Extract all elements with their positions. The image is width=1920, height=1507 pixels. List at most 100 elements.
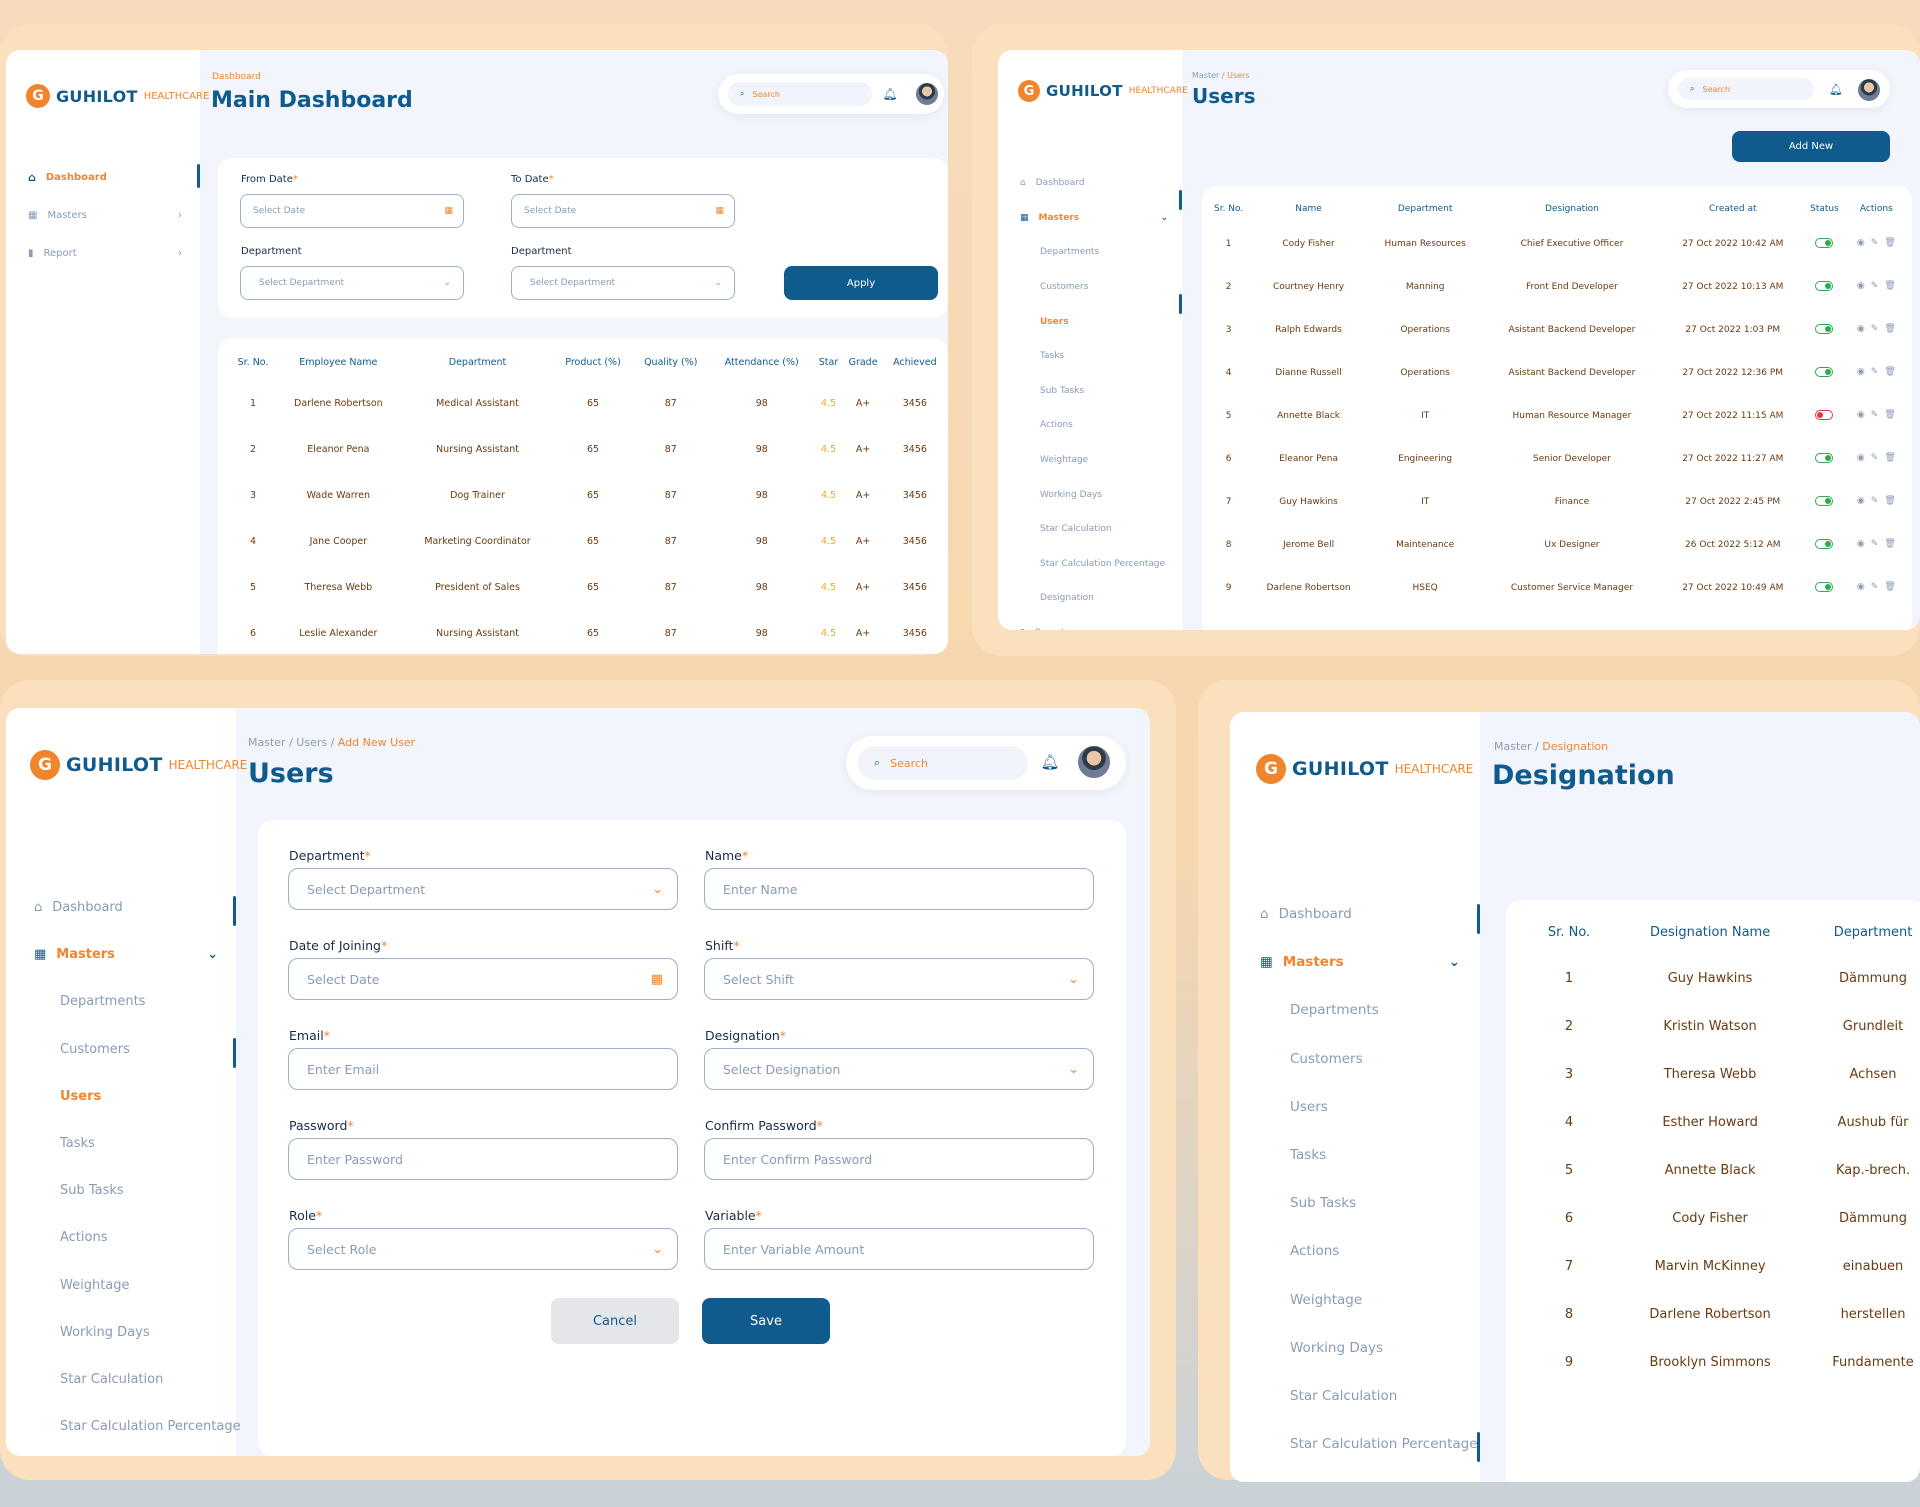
breadcrumb-users[interactable]: Users <box>296 736 327 749</box>
table-row[interactable]: 1 Guy Hawkins Dämmung <box>1522 954 1920 1002</box>
department-select[interactable]: Select Department ⌄ <box>240 266 464 300</box>
sidebar-item-weightage[interactable]: Weightage <box>1230 1276 1480 1324</box>
sidebar-item-actions[interactable]: Actions <box>1230 1227 1480 1275</box>
delete-icon[interactable]: 🗑︎ <box>1884 367 1895 377</box>
sidebar-item-tasks[interactable]: Tasks <box>6 1120 236 1167</box>
sidebar-item-working-days[interactable]: Working Days <box>6 1309 236 1356</box>
edit-icon[interactable]: ✎ <box>1871 238 1879 248</box>
shift-field[interactable]: Select Shift ⌄ <box>704 958 1094 1000</box>
sidebar-item-designation[interactable]: Designation <box>998 581 1182 616</box>
bell-icon[interactable]: 🔔︎ <box>1828 81 1844 97</box>
table-row[interactable]: 2 Courtney Henry Manning Front End Develope… <box>1208 265 1908 308</box>
department-field[interactable]: Select Department ⌄ <box>288 868 678 910</box>
table-row[interactable]: 6 Leslie Alexander Nursing Assistant 65 87 98… <box>231 610 946 654</box>
bell-icon[interactable]: 🔔︎ <box>882 86 898 102</box>
delete-icon[interactable]: 🗑︎ <box>1884 582 1895 592</box>
view-icon[interactable]: ◉ <box>1857 410 1865 420</box>
confirm-field[interactable]: Enter Confirm Password <box>704 1138 1094 1180</box>
status-toggle[interactable] <box>1815 410 1834 421</box>
add-new-button[interactable]: Add New <box>1732 131 1890 162</box>
view-icon[interactable]: ◉ <box>1857 281 1865 291</box>
sidebar-item-departments[interactable]: Departments <box>6 978 236 1025</box>
role-field[interactable]: Select Role ⌄ <box>288 1228 678 1270</box>
sidebar-item-dashboard[interactable]: ⌂ Dashboard <box>6 166 200 188</box>
table-row[interactable]: 9 Darlene Robertson HSEQ Customer Service M… <box>1208 566 1908 609</box>
table-row[interactable]: 1 Darlene Robertson Medical Assistant 65 87 9… <box>231 380 946 426</box>
view-icon[interactable]: ◉ <box>1857 582 1865 592</box>
status-toggle[interactable] <box>1815 582 1834 593</box>
doj-field[interactable]: Select Date ▦ <box>288 958 678 1000</box>
sidebar-item-star-calculation-percentage[interactable]: Star Calculation Percentage <box>6 1403 241 1450</box>
department-select-2[interactable]: Select Department ⌄ <box>511 266 735 300</box>
table-row[interactable]: 5 Annette Black Kap.-brech. <box>1522 1146 1920 1194</box>
breadcrumb-root[interactable]: Master <box>1494 740 1532 753</box>
view-icon[interactable]: ◉ <box>1857 367 1865 377</box>
table-row[interactable]: 3 Theresa Webb Achsen <box>1522 1050 1920 1098</box>
status-toggle[interactable] <box>1815 539 1834 550</box>
table-row[interactable]: 6 Eleanor Pena Engineering Senior Developer… <box>1208 437 1908 480</box>
sidebar-item-masters[interactable]: ▦ Masters ⌄ <box>998 201 1182 236</box>
delete-icon[interactable]: 🗑︎ <box>1884 281 1895 291</box>
table-row[interactable]: 1 Cody Fisher Human Resources Chief Executi… <box>1208 222 1908 265</box>
edit-icon[interactable]: ✎ <box>1871 453 1879 463</box>
sidebar-item-dashboard[interactable]: ⌂ Dashboard <box>1230 890 1480 938</box>
table-row[interactable]: 4 Jane Cooper Marketing Coordinator 65 87 98 4… <box>231 518 946 564</box>
sidebar-item-masters[interactable]: ▦ Masters ⌄ <box>1230 938 1480 986</box>
table-row[interactable]: 5 Theresa Webb President of Sales 65 87 98 4.5… <box>231 564 946 610</box>
edit-icon[interactable]: ✎ <box>1871 367 1879 377</box>
sidebar-item-actions[interactable]: Actions <box>6 1214 236 1261</box>
sidebar-item-customers[interactable]: Customers <box>998 270 1182 305</box>
sidebar-item-departments[interactable]: Departments <box>1230 986 1480 1034</box>
table-row[interactable]: 5 Annette Black IT Human Resource Manager 27… <box>1208 394 1908 437</box>
sidebar-item-users[interactable]: Users <box>1230 1083 1480 1131</box>
view-icon[interactable]: ◉ <box>1857 453 1865 463</box>
sidebar-item-tasks[interactable]: Tasks <box>998 339 1182 374</box>
sidebar-item-designation[interactable]: Designation <box>1230 1468 1480 1482</box>
variable-field[interactable]: Enter Variable Amount <box>704 1228 1094 1270</box>
table-row[interactable]: 4 Esther Howard Aushub für <box>1522 1098 1920 1146</box>
table-row[interactable]: 8 Darlene Robertson herstellen <box>1522 1290 1920 1338</box>
table-row[interactable]: 3 Ralph Edwards Operations Asistant Backend… <box>1208 308 1908 351</box>
edit-icon[interactable]: ✎ <box>1871 539 1879 549</box>
sidebar-item-star-calculation[interactable]: Star Calculation <box>998 512 1182 547</box>
delete-icon[interactable]: 🗑︎ <box>1884 539 1895 549</box>
delete-icon[interactable]: 🗑︎ <box>1884 496 1895 506</box>
avatar[interactable] <box>1076 744 1112 780</box>
sidebar-item-sub-tasks[interactable]: Sub Tasks <box>6 1167 236 1214</box>
apply-button[interactable]: Apply <box>784 266 938 300</box>
sidebar-item-star-calculation-percentage[interactable]: Star Calculation Percentage <box>998 547 1182 582</box>
status-toggle[interactable] <box>1815 281 1834 292</box>
edit-icon[interactable]: ✎ <box>1871 582 1879 592</box>
sidebar-item-departments[interactable]: Departments <box>998 235 1182 270</box>
view-icon[interactable]: ◉ <box>1857 238 1865 248</box>
sidebar-item-star-calculation[interactable]: Star Calculation <box>6 1356 236 1403</box>
sidebar-item-weightage[interactable]: Weightage <box>6 1262 236 1309</box>
sidebar-item-working-days[interactable]: Working Days <box>998 477 1182 512</box>
sidebar-item-star-calculation[interactable]: Star Calculation <box>1230 1372 1480 1420</box>
edit-icon[interactable]: ✎ <box>1871 281 1879 291</box>
sidebar-item-actions[interactable]: Actions <box>998 408 1182 443</box>
name-field[interactable]: Enter Name <box>704 868 1094 910</box>
delete-icon[interactable]: 🗑︎ <box>1884 324 1895 334</box>
table-row[interactable]: 9 Brooklyn Simmons Fundamente <box>1522 1338 1920 1386</box>
sidebar-item-working-days[interactable]: Working Days <box>1230 1324 1480 1372</box>
breadcrumb-root[interactable]: Master <box>1192 71 1219 80</box>
delete-icon[interactable]: 🗑︎ <box>1884 453 1895 463</box>
status-toggle[interactable] <box>1815 496 1834 507</box>
to-date-field[interactable]: Select Date ▦ <box>511 194 735 228</box>
from-date-field[interactable]: Select Date ▦ <box>240 194 464 228</box>
search-input[interactable]: ⌕ Search <box>1678 78 1814 100</box>
password-field[interactable]: Enter Password <box>288 1138 678 1180</box>
status-toggle[interactable] <box>1815 367 1834 378</box>
table-row[interactable]: 4 Dianne Russell Operations Asistant Backen… <box>1208 351 1908 394</box>
sidebar-item-reports[interactable]: ▮ Reports <box>998 616 1182 630</box>
avatar[interactable] <box>1856 77 1882 103</box>
table-row[interactable]: 2 Eleanor Pena Nursing Assistant 65 87 98 4.5 A… <box>231 426 946 472</box>
table-row[interactable]: 2 Kristin Watson Grundleit <box>1522 1002 1920 1050</box>
sidebar-item-customers[interactable]: Customers <box>6 1026 236 1073</box>
sidebar-item-tasks[interactable]: Tasks <box>1230 1131 1480 1179</box>
table-row[interactable]: 3 Wade Warren Dog Trainer 65 87 98 4.5 A+ 3456 <box>231 472 946 518</box>
table-row[interactable]: 7 Marvin McKinney einabuen <box>1522 1242 1920 1290</box>
save-button[interactable]: Save <box>702 1298 830 1344</box>
sidebar-item-sub-tasks[interactable]: Sub Tasks <box>1230 1179 1480 1227</box>
